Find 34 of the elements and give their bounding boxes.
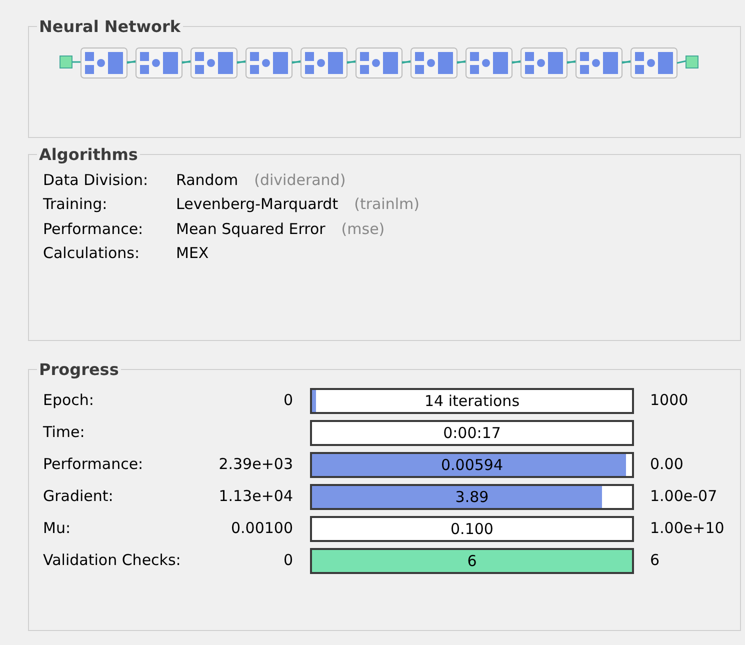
start-value: 0 [282, 550, 293, 572]
field-label: Mu: [43, 518, 72, 540]
field-value: MEX [176, 243, 209, 264]
end-value: 0.00 [650, 454, 684, 476]
progress-reading: 14 iterations [423, 390, 521, 412]
progress-reading: 6 [466, 550, 478, 572]
progress-reading: 3.89 [454, 486, 490, 508]
start-value: 2.39e+03 [218, 454, 293, 476]
field-label: Training: [43, 194, 108, 216]
field-label: Data Division: [43, 170, 150, 191]
field-value: Levenberg-Marquardt [176, 194, 338, 216]
end-value: 6 [650, 550, 660, 572]
group-title: Progress [38, 361, 120, 379]
function-name: (dividerand) [254, 170, 346, 191]
function-name: (trainlm) [354, 194, 420, 216]
progress-reading: 0.00594 [440, 454, 504, 476]
end-value: 1.00e-07 [650, 486, 718, 508]
field-label: Performance: [43, 454, 144, 476]
end-value: 1000 [650, 390, 688, 412]
field-label: Validation Checks: [43, 550, 182, 572]
start-value: 0 [282, 390, 293, 412]
group-title: Algorithms [38, 146, 139, 164]
start-value: 1.13e+04 [218, 486, 293, 508]
field-value: Random [176, 170, 238, 191]
field-value: Mean Squared Error [176, 218, 326, 240]
end-value: 1.00e+10 [650, 518, 724, 540]
field-label: Performance: [43, 218, 144, 240]
group-title: Neural Network [38, 18, 182, 36]
function-name: (mse) [341, 218, 385, 240]
field-label: Gradient: [43, 486, 114, 508]
field-label: Calculations: [43, 243, 141, 264]
field-label: Epoch: [43, 390, 95, 412]
start-value: 0.00100 [230, 518, 293, 540]
field-label: Time: [43, 422, 86, 444]
